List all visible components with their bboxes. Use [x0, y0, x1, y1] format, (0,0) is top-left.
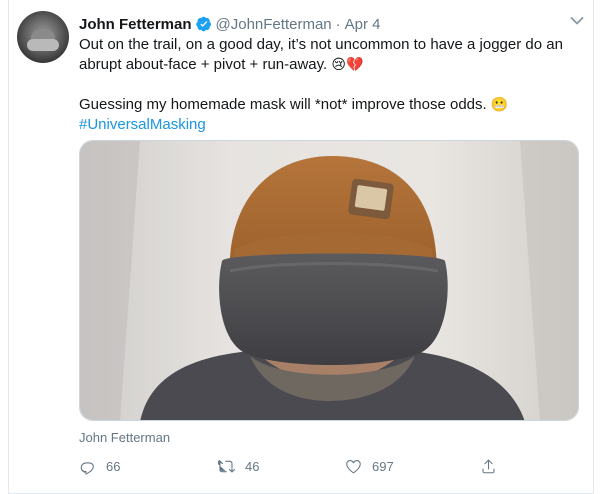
- photo-illustration: [80, 141, 578, 420]
- tweet-text-line-2: Guessing my homemade mask will *not* imp…: [79, 95, 577, 115]
- avatar[interactable]: [17, 11, 69, 63]
- tweet-photo[interactable]: [79, 140, 579, 421]
- avatar-mask: [27, 39, 59, 51]
- retweet-icon: [218, 459, 235, 472]
- tweet-text-line-2-body: Guessing my homemade mask will *not* imp…: [79, 96, 491, 113]
- hashtag-link[interactable]: #UniversalMasking: [79, 116, 206, 133]
- author-name[interactable]: John Fetterman: [79, 16, 192, 33]
- hashtag-link-row: #UniversalMasking: [79, 115, 577, 135]
- heart-icon: [346, 459, 361, 473]
- reply-icon: [80, 461, 94, 475]
- tweet-date[interactable]: Apr 4: [345, 16, 381, 33]
- reply-button[interactable]: 66: [79, 456, 120, 476]
- verified-badge-icon: [195, 16, 211, 32]
- tweet-actions: 66 46 697: [79, 456, 499, 476]
- like-button[interactable]: 697: [345, 456, 394, 476]
- tweet-text-line-1-body: Out on the trail, on a good day, it’s no…: [79, 36, 563, 73]
- photo-caption[interactable]: John Fetterman: [79, 430, 170, 445]
- retweet-button[interactable]: 46: [218, 456, 259, 476]
- share-button[interactable]: [480, 456, 507, 476]
- tweet-text-line-1: Out on the trail, on a good day, it’s no…: [79, 35, 577, 75]
- grimacing-emoji: 😬: [490, 96, 509, 112]
- like-count: 697: [372, 458, 394, 474]
- tweet-header: John Fetterman @JohnFetterman · Apr 4: [79, 14, 381, 34]
- chevron-down-icon[interactable]: [570, 16, 584, 26]
- retweet-count: 46: [245, 458, 260, 474]
- share-icon: [482, 459, 495, 473]
- crying-broken-heart-emoji: 😢💔: [331, 56, 364, 72]
- tweet-text: Out on the trail, on a good day, it’s no…: [79, 35, 577, 135]
- separator-dot: ·: [335, 15, 341, 33]
- author-handle[interactable]: @JohnFetterman: [216, 16, 332, 33]
- reply-count: 66: [106, 458, 121, 474]
